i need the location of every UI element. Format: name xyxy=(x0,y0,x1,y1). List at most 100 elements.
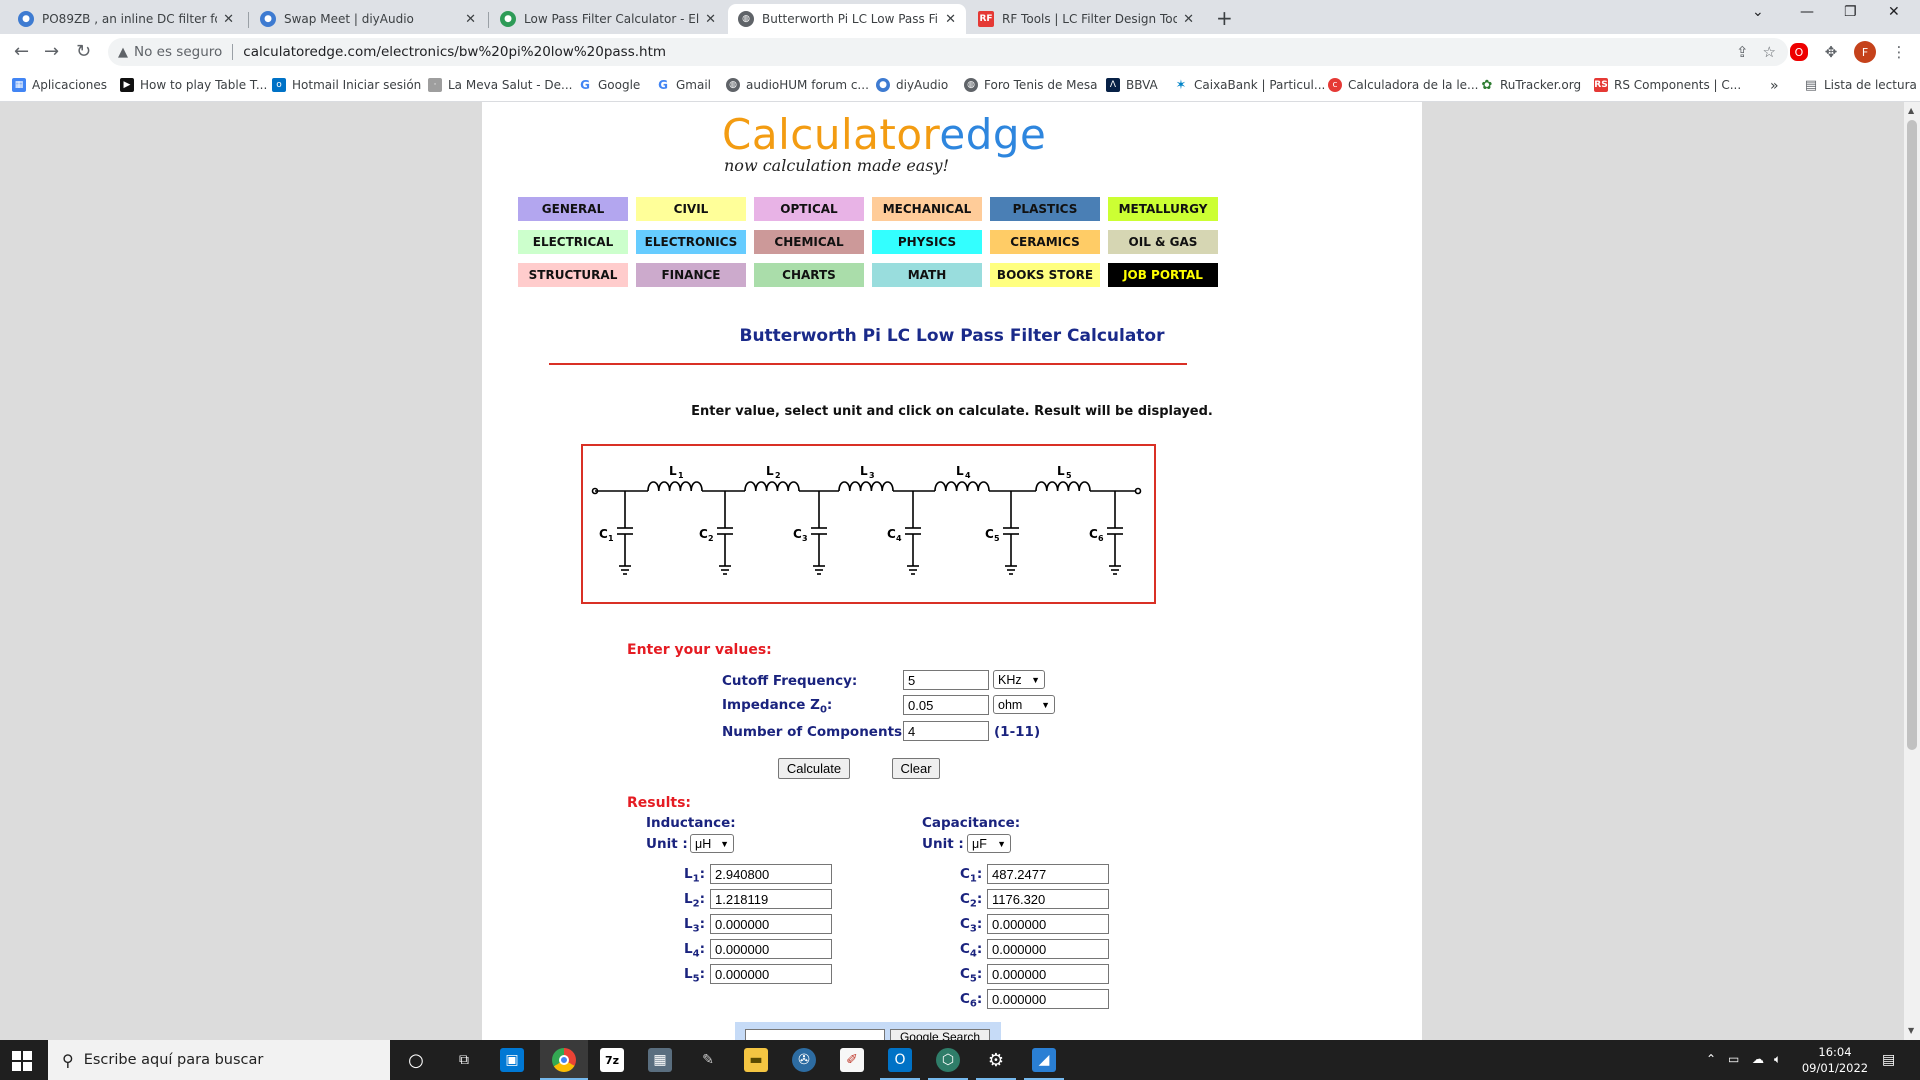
puzzle-icon[interactable]: ✥ xyxy=(1822,43,1840,61)
browser-tab[interactable]: ● Low Pass Filter Calculator - Electr ✕ xyxy=(490,4,726,34)
google-search-button[interactable]: Google Search xyxy=(890,1029,990,1040)
category-job-portal[interactable]: JOB PORTAL xyxy=(1108,263,1218,287)
close-tab-icon[interactable]: ✕ xyxy=(1183,12,1194,27)
c-result-field[interactable] xyxy=(987,989,1109,1009)
category-chemical[interactable]: CHEMICAL xyxy=(754,230,864,254)
bookmark-item[interactable]: RS RS Components | C... xyxy=(1594,78,1741,92)
category-physics[interactable]: PHYSICS xyxy=(872,230,982,254)
browser-tab-active[interactable]: ◍ Butterworth Pi LC Low Pass Filter ✕ xyxy=(728,4,966,34)
photos-icon[interactable]: ◢ xyxy=(1032,1048,1056,1072)
capacitance-unit-select[interactable]: μF ▼ xyxy=(967,834,1011,853)
outlook-icon[interactable]: O xyxy=(888,1048,912,1072)
bookmark-star-icon[interactable]: ☆ xyxy=(1763,43,1776,61)
calculator-icon[interactable]: ▦ xyxy=(648,1048,672,1072)
inductance-unit-select[interactable]: μH ▼ xyxy=(690,834,734,853)
scroll-down-icon[interactable]: ▼ xyxy=(1908,1026,1914,1035)
system-clock[interactable]: 16:04 09/01/2022 xyxy=(1800,1044,1870,1076)
windows-start-icon[interactable] xyxy=(12,1051,32,1071)
address-bar[interactable]: ▲ No es seguro calculatoredge.com/electr… xyxy=(108,38,1788,66)
category-mechanical[interactable]: MECHANICAL xyxy=(872,197,982,221)
site-logo[interactable]: Calculatoredge xyxy=(722,110,1046,159)
bookmark-item[interactable]: ✶ CaixaBank | Particul... xyxy=(1174,78,1326,93)
category-math[interactable]: MATH xyxy=(872,263,982,287)
network-icon[interactable]: ▭ xyxy=(1728,1052,1739,1066)
category-electronics[interactable]: ELECTRONICS xyxy=(636,230,746,254)
close-tab-icon[interactable]: ✕ xyxy=(705,12,716,27)
reading-list[interactable]: ▤ Lista de lectura xyxy=(1804,78,1917,93)
cutoff-frequency-input[interactable] xyxy=(903,670,989,690)
scrollbar-thumb[interactable] xyxy=(1907,120,1917,750)
c-result-field[interactable] xyxy=(987,964,1109,984)
components-input[interactable] xyxy=(903,721,989,741)
close-tab-icon[interactable]: ✕ xyxy=(223,12,234,27)
category-metallurgy[interactable]: METALLURGY xyxy=(1108,197,1218,221)
impedance-unit-select[interactable]: ohm ▼ xyxy=(993,695,1055,714)
category-oil-gas[interactable]: OIL & GAS xyxy=(1108,230,1218,254)
l-result-field[interactable] xyxy=(710,889,832,909)
restore-icon[interactable]: ❐ xyxy=(1844,4,1857,20)
c-result-field[interactable] xyxy=(987,914,1109,934)
bookmark-item[interactable]: ✿ RuTracker.org xyxy=(1480,78,1582,93)
close-tab-icon[interactable]: ✕ xyxy=(465,12,476,27)
url-text[interactable]: calculatoredge.com/electronics/bw%20pi%2… xyxy=(243,44,666,60)
category-books-store[interactable]: BOOKS STORE xyxy=(990,263,1100,287)
c-result-field[interactable] xyxy=(987,864,1109,884)
volume-icon[interactable]: 🔈︎ xyxy=(1774,1052,1781,1067)
bookmark-item[interactable]: ◍ audioHUM forum c... xyxy=(726,78,869,92)
bookmark-item[interactable]: ▦ Aplicaciones xyxy=(12,78,107,92)
l-result-field[interactable] xyxy=(710,964,832,984)
cortana-icon[interactable]: ○ xyxy=(404,1048,428,1072)
feather-icon[interactable]: ✎ xyxy=(696,1048,720,1072)
notifications-icon[interactable]: ▤ xyxy=(1882,1052,1895,1068)
tray-chevron-icon[interactable]: ⌃ xyxy=(1706,1052,1716,1066)
category-civil[interactable]: CIVIL xyxy=(636,197,746,221)
taskbar-search[interactable]: ⚲ Escribe aquí para buscar xyxy=(48,1040,390,1080)
warning-icon[interactable]: ▲ xyxy=(118,45,128,60)
c-result-field[interactable] xyxy=(987,939,1109,959)
scroll-up-icon[interactable]: ▲ xyxy=(1908,106,1914,115)
bookmark-item[interactable]: o Hotmail Iniciar sesión xyxy=(272,78,421,92)
browser-tab[interactable]: ● Swap Meet | diyAudio ✕ xyxy=(250,4,486,34)
browser-tab[interactable]: RF RF Tools | LC Filter Design Tool ✕ xyxy=(968,4,1204,34)
bookmark-item[interactable]: Λ BBVA xyxy=(1106,78,1158,92)
bookmark-item[interactable]: ◍ Foro Tenis de Mesa xyxy=(964,78,1097,92)
tab-search-icon[interactable]: ⌄ xyxy=(1752,4,1764,20)
cutoff-unit-select[interactable]: KHz ▼ xyxy=(993,670,1045,689)
category-optical[interactable]: OPTICAL xyxy=(754,197,864,221)
close-tab-icon[interactable]: ✕ xyxy=(945,12,956,27)
bookmark-item[interactable]: · La Meva Salut - De... xyxy=(428,78,573,92)
new-tab-icon[interactable]: + xyxy=(1216,6,1233,30)
clear-button[interactable]: Clear xyxy=(892,758,940,779)
category-structural[interactable]: STRUCTURAL xyxy=(518,263,628,287)
onedrive-cloud-icon[interactable]: ☁ xyxy=(1752,1052,1764,1066)
settings-gear-icon[interactable]: ⚙ xyxy=(984,1048,1008,1072)
7zip-icon[interactable]: 7z xyxy=(600,1048,624,1072)
notepad-icon[interactable]: ✐ xyxy=(840,1048,864,1072)
bookmark-item[interactable]: c Calculadora de la le... xyxy=(1328,78,1479,92)
minimize-icon[interactable]: — xyxy=(1800,4,1814,20)
gamepad-icon[interactable]: ✇ xyxy=(792,1048,816,1072)
bookmark-item[interactable]: ● diyAudio xyxy=(876,78,948,92)
back-icon[interactable]: ← xyxy=(14,41,29,62)
forward-icon[interactable]: → xyxy=(44,41,59,62)
security-label[interactable]: No es seguro xyxy=(134,44,222,60)
bookmark-item[interactable]: G Gmail xyxy=(656,78,711,92)
category-finance[interactable]: FINANCE xyxy=(636,263,746,287)
c-result-field[interactable] xyxy=(987,889,1109,909)
category-general[interactable]: GENERAL xyxy=(518,197,628,221)
close-window-icon[interactable]: ✕ xyxy=(1888,4,1900,20)
category-electrical[interactable]: ELECTRICAL xyxy=(518,230,628,254)
l-result-field[interactable] xyxy=(710,939,832,959)
chrome-icon[interactable] xyxy=(552,1048,576,1072)
impedance-input[interactable] xyxy=(903,695,989,715)
share-icon[interactable]: ⇪ xyxy=(1736,43,1749,61)
bookmark-item[interactable]: G Google xyxy=(578,78,640,92)
store-icon[interactable]: ▣ xyxy=(500,1048,524,1072)
google-search-input[interactable] xyxy=(745,1029,885,1040)
opera-extension-icon[interactable]: O xyxy=(1790,43,1808,61)
task-view-icon[interactable]: ⧉ xyxy=(452,1048,476,1072)
page-scrollbar[interactable]: ▲ ▼ xyxy=(1904,102,1920,1040)
bookmark-item[interactable]: ▶ How to play Table T... xyxy=(120,78,267,92)
browser-tab[interactable]: ● PO89ZB , an inline DC filter for SE ✕ xyxy=(8,4,244,34)
category-ceramics[interactable]: CERAMICS xyxy=(990,230,1100,254)
